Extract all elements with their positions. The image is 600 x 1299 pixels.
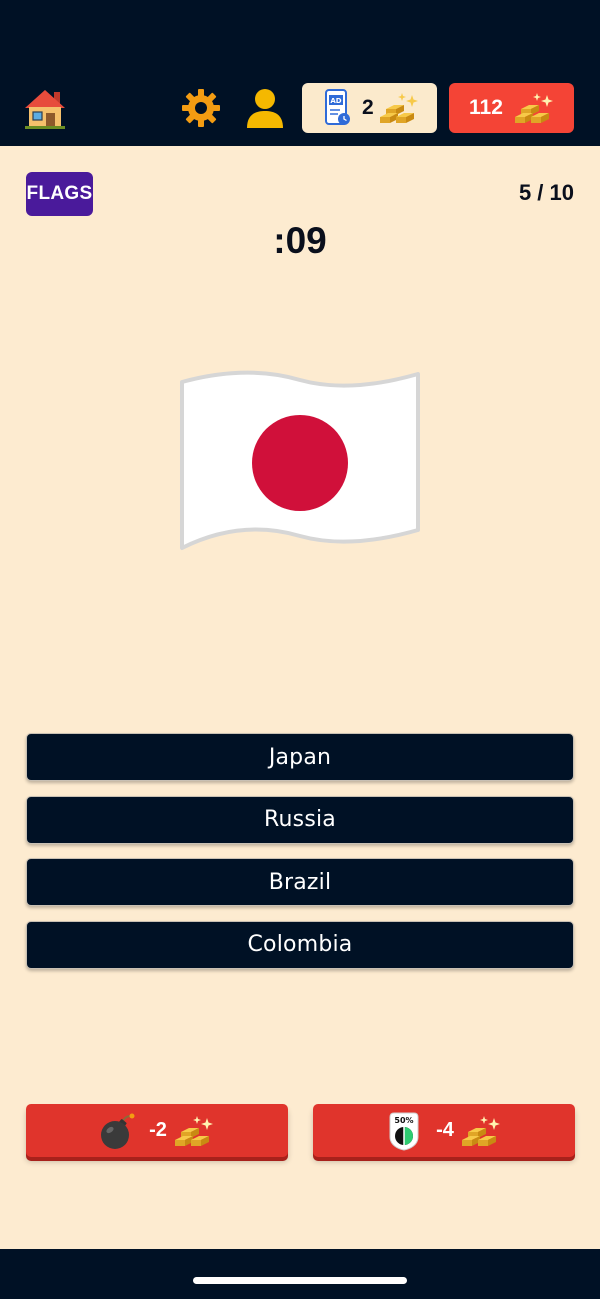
answer-option[interactable]: Brazil — [26, 858, 574, 906]
home-indicator[interactable] — [193, 1277, 407, 1284]
category-badge: FLAGS — [26, 172, 93, 216]
countdown-timer: :09 — [273, 220, 327, 261]
answer-option[interactable]: Russia — [26, 795, 574, 844]
bomb-icon — [101, 1113, 135, 1149]
bomb-powerup-button[interactable]: -2 — [26, 1104, 288, 1157]
gold-bars-icon — [379, 93, 418, 123]
home-button[interactable] — [22, 86, 68, 132]
person-icon — [247, 89, 283, 128]
gold-bars-icon — [514, 93, 553, 123]
ad-reward-count: 2 — [362, 96, 374, 119]
question-progress: 5 / 10 — [518, 180, 574, 205]
bomb-cost: -2 — [149, 1119, 167, 1141]
gear-icon — [182, 89, 220, 127]
fifty-fifty-cost: -4 — [436, 1119, 454, 1141]
settings-button[interactable] — [180, 87, 222, 129]
top-bar: AD 2 112 — [0, 0, 600, 146]
fifty-fifty-label: 50% — [395, 1116, 414, 1125]
gold-bars-icon — [174, 1115, 213, 1146]
coin-balance-button[interactable]: 112 — [449, 83, 574, 133]
fifty-fifty-icon: 50% — [389, 1112, 419, 1151]
coin-balance: 112 — [469, 96, 503, 119]
watch-ad-reward-button[interactable]: AD 2 — [302, 83, 437, 133]
answer-list: Japan Russia Brazil Colombia — [26, 733, 574, 983]
house-icon — [25, 90, 65, 129]
japan-flag — [180, 370, 420, 550]
gold-bars-icon — [461, 1115, 500, 1146]
answer-option[interactable]: Japan — [26, 733, 574, 781]
bottom-bar — [0, 1249, 600, 1299]
answer-option[interactable]: Colombia — [26, 920, 574, 969]
profile-button[interactable] — [244, 86, 286, 130]
svg-text:AD: AD — [330, 97, 341, 105]
ad-phone-icon: AD — [325, 89, 350, 125]
fifty-fifty-powerup-button[interactable]: 50% -4 — [313, 1104, 575, 1157]
